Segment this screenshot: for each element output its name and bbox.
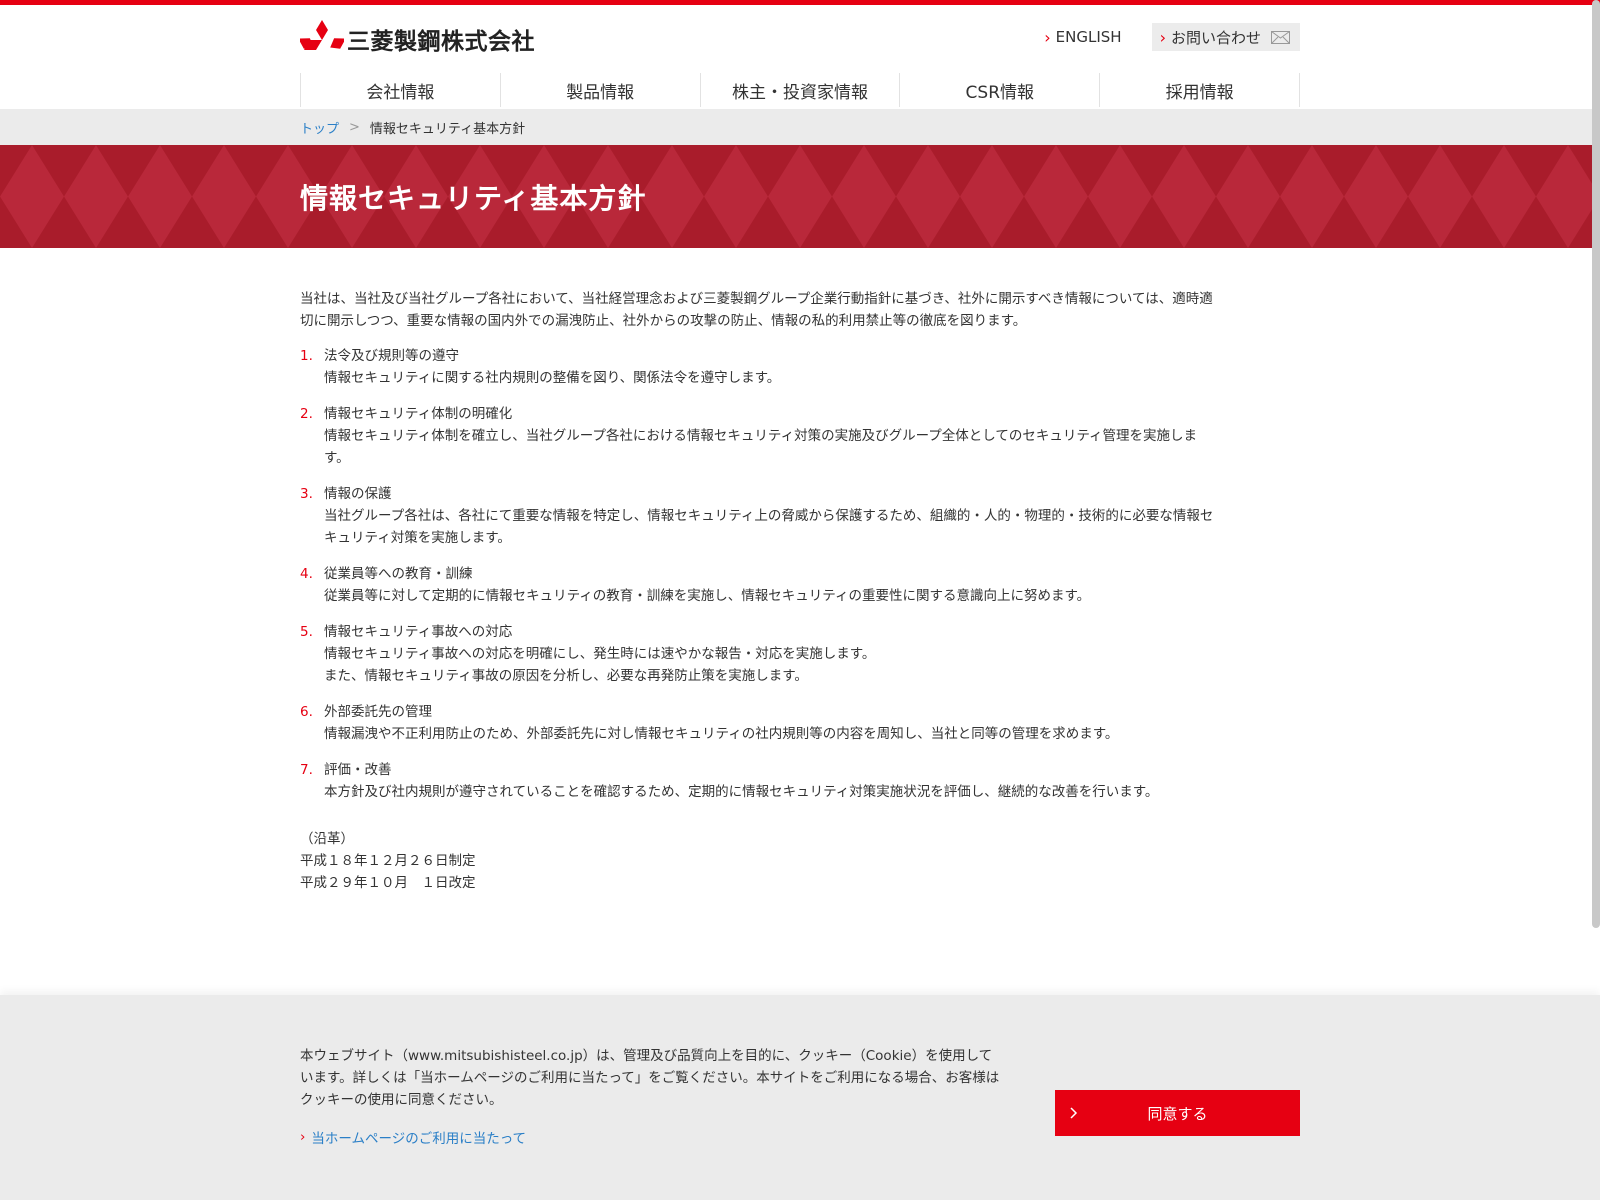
chevron-right-icon: › — [300, 1129, 306, 1145]
policy-item-title: 情報の保護 — [324, 486, 392, 502]
contact-button[interactable]: › お問い合わせ — [1151, 23, 1300, 51]
policy-item-body: 本方針及び社内規則が遵守されていることを確認するため、定期的に情報セキュリティ対… — [324, 784, 1159, 800]
breadcrumb-separator: > — [349, 119, 360, 135]
policy-item: 3. 情報の保護 当社グループ各社は、各社にて重要な情報を特定し、情報セキュリテ… — [300, 483, 1215, 549]
nav-company[interactable]: 会社情報 — [300, 73, 500, 107]
three-diamonds-icon — [300, 20, 344, 50]
policy-item: 1. 法令及び規則等の遵守 情報セキュリティに関する社内規則の整備を図り、関係法… — [300, 345, 1215, 389]
policy-item-number: 3. — [300, 486, 313, 502]
english-label: ENGLISH — [1055, 28, 1122, 46]
policy-item-title: 評価・改善 — [324, 762, 392, 778]
nav-investors[interactable]: 株主・投資家情報 — [699, 73, 900, 107]
cookie-agree-label: 同意する — [1147, 1104, 1208, 1123]
cookie-notice-text: 本ウェブサイト（www.mitsubishisteel.co.jp）は、管理及び… — [300, 1048, 1000, 1108]
page-scrollbar-thumb[interactable] — [1592, 0, 1600, 928]
policy-item-body: 当社グループ各社は、各社にて重要な情報を特定し、情報セキュリティ上の脅威から保護… — [324, 508, 1214, 546]
chevron-right-icon: › — [1159, 27, 1166, 47]
policy-item-title: 従業員等への教育・訓練 — [324, 566, 473, 582]
nav-careers[interactable]: 採用情報 — [1099, 73, 1300, 107]
breadcrumb-home-link[interactable]: トップ — [300, 118, 339, 137]
nav-products[interactable]: 製品情報 — [499, 73, 700, 107]
policy-item-number: 7. — [300, 762, 313, 778]
policy-item-body: 情報セキュリティに関する社内規則の整備を図り、関係法令を遵守します。 — [324, 370, 781, 386]
utility-links: › ENGLISH › お問い合わせ — [1044, 23, 1300, 51]
policy-item-title: 法令及び規則等の遵守 — [324, 348, 459, 364]
site-terms-link[interactable]: › 当ホームページのご利用に当たって — [300, 1127, 526, 1147]
policy-item-body: 情報セキュリティ体制を確立し、当社グループ各社における情報セキュリティ対策の実施… — [324, 428, 1198, 466]
diamond-pattern — [0, 145, 1600, 248]
chevron-right-icon: › — [1044, 27, 1051, 47]
global-nav: 会社情報 製品情報 株主・投資家情報 CSR情報 採用情報 — [300, 73, 1300, 107]
breadcrumb-current: 情報セキュリティ基本方針 — [369, 121, 526, 137]
policy-item-number: 2. — [300, 406, 313, 422]
page-hero: 情報セキュリティ基本方針 — [0, 145, 1600, 248]
policy-item-number: 6. — [300, 704, 313, 720]
history-revised: 平成２９年１０月 １日改定 — [300, 875, 476, 891]
company-logo[interactable]: 三菱製鋼株式会社 — [300, 19, 535, 59]
page-title: 情報セキュリティ基本方針 — [300, 182, 647, 215]
cookie-agree-button[interactable]: 同意する — [1055, 1090, 1300, 1136]
policy-item-body-continued: また、情報セキュリティ事故の原因を分析し、必要な再発防止策を実施します。 — [324, 668, 808, 684]
policy-item-number: 1. — [300, 348, 313, 364]
nav-csr[interactable]: CSR情報 — [899, 73, 1099, 107]
policy-item: 6. 外部委託先の管理 情報漏洩や不正利用防止のため、外部委託先に対し情報セキュ… — [300, 701, 1215, 745]
policy-item-title: 情報セキュリティ体制の明確化 — [324, 406, 513, 422]
policy-item-body: 情報漏洩や不正利用防止のため、外部委託先に対し情報セキュリティの社内規則等の内容… — [324, 726, 1119, 742]
policy-item-number: 5. — [300, 624, 313, 640]
policy-item-body: 従業員等に対して定期的に情報セキュリティの教育・訓練を実施し、情報セキュリティの… — [324, 588, 1091, 604]
chevron-right-icon — [1070, 1107, 1078, 1119]
history-heading: （沿革） — [300, 831, 354, 847]
breadcrumb: トップ > 情報セキュリティ基本方針 — [300, 109, 525, 145]
english-link[interactable]: › ENGLISH — [1044, 23, 1121, 51]
policy-item-number: 4. — [300, 566, 313, 582]
contact-label: お問い合わせ — [1170, 28, 1261, 47]
policy-content: 当社は、当社及び当社グループ各社において、当社経営理念および三菱製鋼グループ企業… — [300, 288, 1215, 894]
mail-icon — [1271, 30, 1290, 44]
policy-item-title: 外部委託先の管理 — [324, 704, 432, 720]
site-header: 三菱製鋼株式会社 › ENGLISH › お問い合わせ 会社情報 製品情報 株主… — [0, 5, 1600, 109]
policy-history: （沿革） 平成１８年１２月２６日制定 平成２９年１０月 １日改定 — [300, 828, 1215, 894]
breadcrumb-bar: トップ > 情報セキュリティ基本方針 — [0, 109, 1600, 145]
history-established: 平成１８年１２月２６日制定 — [300, 853, 476, 869]
cookie-banner: 本ウェブサイト（www.mitsubishisteel.co.jp）は、管理及び… — [0, 995, 1600, 1200]
policy-item-body: 情報セキュリティ事故への対応を明確にし、発生時には速やかな報告・対応を実施します… — [324, 646, 876, 662]
site-terms-link-label: 当ホームページのご利用に当たって — [311, 1131, 527, 1147]
policy-item: 7. 評価・改善 本方針及び社内規則が遵守されていることを確認するため、定期的に… — [300, 759, 1215, 803]
policy-item: 4. 従業員等への教育・訓練 従業員等に対して定期的に情報セキュリティの教育・訓… — [300, 563, 1215, 607]
policy-item: 5. 情報セキュリティ事故への対応 情報セキュリティ事故への対応を明確にし、発生… — [300, 621, 1215, 687]
policy-item-title: 情報セキュリティ事故への対応 — [324, 624, 513, 640]
policy-intro: 当社は、当社及び当社グループ各社において、当社経営理念および三菱製鋼グループ企業… — [300, 291, 1213, 329]
policy-item: 2. 情報セキュリティ体制の明確化 情報セキュリティ体制を確立し、当社グループ各… — [300, 403, 1215, 469]
logo-text: 三菱製鋼株式会社 — [347, 29, 535, 55]
